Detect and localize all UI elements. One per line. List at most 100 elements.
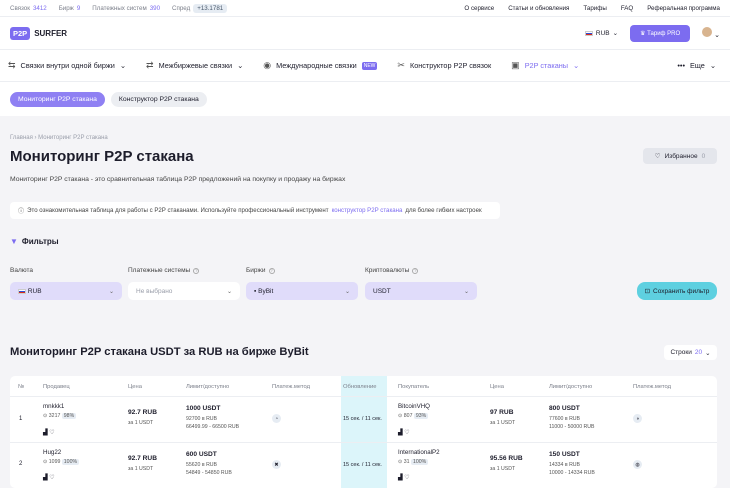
favorites-label: Избранное: [664, 152, 698, 160]
exchange-select-filter[interactable]: ▪ ByBit ⌄: [246, 282, 358, 300]
buyer-amount: 800 USDT: [549, 405, 580, 412]
constructor-link[interactable]: конструктор P2P стакана: [332, 207, 403, 214]
label-text: Биржи: [246, 267, 266, 274]
bybit-icon: ▪: [254, 287, 257, 295]
tab-monitoring[interactable]: Мониторинг P2P стакана: [10, 91, 105, 107]
seller-stats: ⊙ 3217 98%: [43, 413, 77, 419]
buyer-percent: 100%: [411, 459, 429, 465]
heart-icon[interactable]: ♡: [404, 475, 409, 481]
filter-icon: ▼: [10, 237, 18, 246]
help-icon[interactable]: ?: [412, 267, 419, 274]
seller-name[interactable]: mnkkk1: [43, 403, 64, 410]
avatar: [702, 27, 713, 37]
favorites-button[interactable]: ♡ Избранное 0: [643, 148, 717, 164]
payment-filter-label: Платежные системы?: [128, 267, 200, 274]
select-value: RUB: [27, 287, 42, 295]
header-limit: Лимит/доступно: [186, 384, 230, 390]
breadcrumb: Главная › Мониторинг P2P стакана: [10, 135, 108, 141]
rows-select[interactable]: Строки 20 ⌄: [664, 345, 717, 360]
crypto-select-filter[interactable]: USDT ⌄: [365, 282, 477, 300]
nav-label: Конструктор P2P связок: [409, 61, 492, 70]
payment-method-icon: ✖: [272, 460, 281, 469]
stat-payments: Платежных систем 390: [92, 5, 160, 12]
nav-label: Международные связки: [276, 61, 357, 70]
label-text: Криптовалюты: [365, 267, 410, 274]
row-actions: ▟ ♡: [43, 474, 55, 481]
tab-constructor[interactable]: Конструктор P2P стакана: [110, 91, 207, 107]
currency-select[interactable]: RUB ⌄: [584, 29, 618, 37]
thumb-icon[interactable]: ▟: [43, 430, 48, 436]
payment-select-filter[interactable]: Не выбрано ⌄: [128, 282, 240, 300]
help-icon[interactable]: ?: [268, 267, 275, 274]
chevron-down-icon: ⌄: [714, 32, 720, 39]
page-title: Мониторинг P2P стакана: [10, 148, 194, 165]
orderbook-table: № Продавец Цена Лимит/доступно Платеж.ме…: [10, 376, 717, 488]
update-time: 15 сек. / 11 сек.: [343, 416, 382, 422]
stat-payments-label: Платежных систем: [92, 4, 147, 12]
stat-spread-value: +13.1781: [193, 3, 228, 13]
update-time: 15 сек. / 11 сек.: [343, 462, 382, 468]
seller-amount: 1000 USDT: [186, 405, 221, 412]
seller-name[interactable]: Hug22: [43, 449, 61, 456]
chevron-down-icon: ⌄: [119, 61, 127, 70]
pro-button[interactable]: ♛ Тариф PRO: [630, 24, 691, 42]
pro-button-label: Тариф PRO: [647, 30, 681, 37]
link-referral[interactable]: Реферальная программа: [647, 5, 720, 12]
nav-more-label: Еще: [690, 61, 705, 70]
header-price-buyer: Цена: [490, 384, 504, 390]
logo[interactable]: P2P SURFER: [10, 26, 67, 40]
favorites-count: 0: [701, 152, 706, 160]
seller-price-unit: за 1 USDT: [128, 420, 154, 426]
buyer-stats: ⊙ 31 100%: [398, 459, 429, 465]
currency-filter-label: Валюта: [10, 267, 33, 274]
link-about[interactable]: О сервисе: [464, 5, 494, 12]
new-badge: NEW: [361, 61, 378, 70]
nav-item-constructor[interactable]: ✂ Конструктор P2P связок: [397, 60, 491, 71]
save-filter-button[interactable]: ⊡ Сохранить фильтр: [637, 282, 717, 300]
cross-exchange-icon: ⇄: [146, 60, 154, 70]
buyer-price: 95.56 RUB: [490, 455, 523, 462]
buyer-name[interactable]: BitcoinVHQ: [398, 403, 430, 410]
nav-item-orderbooks[interactable]: ▣ P2P стаканы ⌄: [511, 60, 579, 71]
thumb-icon[interactable]: ▟: [43, 475, 48, 481]
crypto-filter-label: Криптовалюты?: [365, 267, 419, 274]
nav-item-international[interactable]: ◉ Международные связки NEW: [263, 60, 378, 71]
filters-title: Фильтры: [21, 237, 59, 246]
header: P2P SURFER RUB ⌄ ♛ Тариф PRO ⌄: [0, 17, 730, 49]
thumb-icon[interactable]: ▟: [398, 430, 403, 436]
help-icon[interactable]: ?: [193, 267, 200, 274]
buyer-price-unit: за 1 USDT: [490, 420, 516, 426]
nav-item-same-exchange[interactable]: ⇆ Связки внутри одной биржи ⌄: [8, 60, 126, 71]
chevron-down-icon: ⌄: [108, 288, 114, 295]
buyer-amount: 150 USDT: [549, 451, 580, 458]
nav-more[interactable]: ••• Еще ⌄: [677, 61, 716, 70]
buyer-limit: 11000 - 50000 RUB: [549, 424, 595, 430]
rows-label: Строки: [670, 349, 692, 356]
seller-deals: 1099: [48, 459, 61, 465]
seller-amount-rub: 55620 в RUB: [186, 462, 218, 468]
stat-links: Связок 3412: [10, 5, 47, 12]
thumb-icon[interactable]: ▟: [398, 475, 403, 481]
heart-icon[interactable]: ♡: [49, 475, 54, 481]
seller-percent: 98%: [61, 413, 77, 419]
logo-mark: P2P: [10, 26, 31, 40]
heart-icon[interactable]: ♡: [49, 430, 54, 436]
heart-icon[interactable]: ♡: [404, 430, 409, 436]
nav-item-cross-exchange[interactable]: ⇄ Межбиржевые связки ⌄: [146, 60, 243, 71]
user-menu[interactable]: ⌄: [702, 27, 720, 39]
link-articles[interactable]: Статьи и обновления: [508, 5, 569, 12]
seller-amount: 600 USDT: [186, 451, 217, 458]
stat-links-count: 3412: [32, 4, 47, 12]
link-tariffs[interactable]: Тарифы: [583, 5, 606, 12]
seller-price: 92.7 RUB: [128, 409, 157, 416]
buyer-name[interactable]: InternationalP2: [398, 449, 440, 456]
link-faq[interactable]: FAQ: [621, 5, 633, 12]
info-icon: ⓘ: [18, 208, 25, 215]
label-text: Валюта: [10, 267, 33, 274]
row-actions: ▟ ♡: [398, 474, 410, 481]
main-nav: ⇆ Связки внутри одной биржи ⌄ ⇄ Межбиржевые…: [0, 49, 730, 82]
update-column-bg: [341, 376, 387, 488]
note-text-end: для более гибких настроек: [405, 207, 482, 214]
more-dots-icon: •••: [677, 61, 686, 70]
currency-select-filter[interactable]: RUB ⌄: [10, 282, 122, 300]
